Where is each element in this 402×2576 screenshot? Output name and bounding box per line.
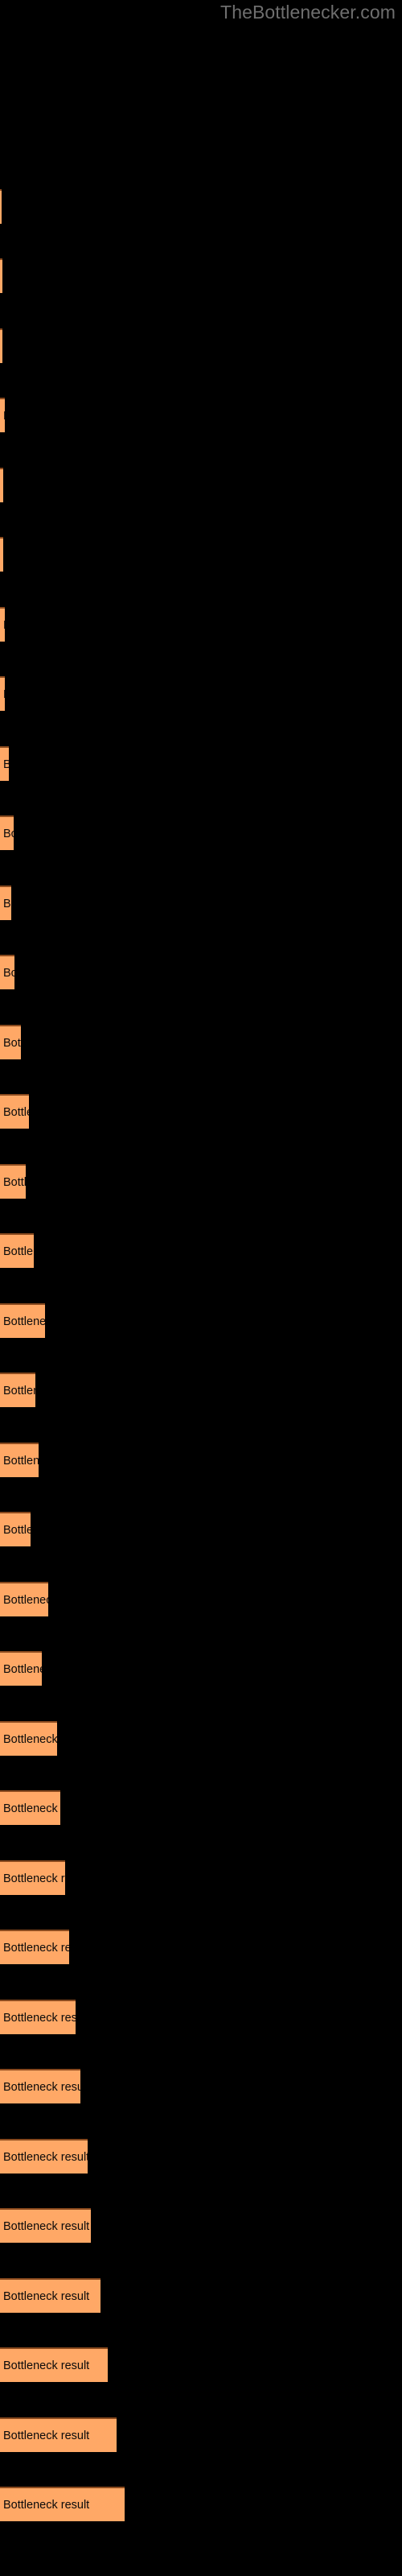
bar-row: Bottleneck result	[0, 398, 5, 432]
bar-row: Bottleneck result	[0, 2278, 100, 2313]
bar-label: Bottleneck result	[3, 2150, 88, 2164]
bar-label: Bottleneck result	[3, 2011, 76, 2025]
bar-label: Bottleneck result	[3, 966, 14, 980]
bar-label: Bottleneck result	[3, 410, 5, 422]
bar-row: Bottleneck result	[0, 2000, 76, 2034]
bar[interactable]: Bottleneck result	[0, 1512, 31, 1546]
bar-label: Bottleneck result	[3, 2498, 90, 2512]
bar[interactable]: Bottleneck result	[0, 1790, 60, 1825]
bar[interactable]: Bottleneck result	[0, 1721, 57, 1756]
bar-row: Bottleneck result	[0, 1512, 31, 1546]
bar-label: Bottleneck result	[3, 758, 9, 770]
bar[interactable]: Bottleneck result	[0, 1930, 69, 1964]
horizontal-bar-chart: Bottleneck result Bottleneck result Bottle…	[0, 0, 402, 2576]
bar-row: Bottleneck result	[0, 1721, 57, 1756]
bar[interactable]: Bottleneck result	[0, 815, 14, 850]
bar[interactable]: Bottleneck result	[0, 1233, 34, 1268]
bar-row: Bottleneck result	[0, 1790, 60, 1825]
bar[interactable]: Bottleneck result	[0, 2417, 117, 2452]
bar[interactable]: Bottleneck result	[0, 2278, 100, 2313]
bar[interactable]: Bottleneck result	[0, 1373, 35, 1407]
bar-label: Bottleneck result	[3, 1593, 48, 1607]
bar-row: Bottleneck result	[0, 1025, 21, 1059]
bar-row: Bottleneck result	[0, 2208, 91, 2243]
bar-row: Bottleneck result	[0, 1860, 65, 1895]
bar-label: Bottleneck result	[3, 2289, 90, 2303]
bar[interactable]: Bottleneck result	[0, 2069, 80, 2103]
bar-row: Bottleneck result	[0, 1443, 39, 1477]
bar[interactable]: Bottleneck result	[0, 1303, 45, 1338]
bar-label: Bottleneck result	[3, 619, 5, 631]
bar-label: Bottleneck result	[3, 688, 5, 700]
bar-row: Bottleneck result	[0, 746, 9, 781]
bar-label: Bottleneck result	[3, 1941, 69, 1955]
chart-page: TheBottlenecker.com Bottleneck resultBot…	[0, 0, 402, 2576]
bar-row: Bottleneck result	[0, 1373, 35, 1407]
bar[interactable]: Bottleneck result	[0, 955, 14, 989]
bar-row: Bottleneck result	[0, 468, 3, 502]
bar[interactable]: Bottleneck result	[0, 2139, 88, 2174]
bar[interactable]: Bottleneck result	[0, 1860, 65, 1895]
bar-row: Bottleneck result	[0, 328, 2, 363]
bar[interactable]: Bottleneck result	[0, 1443, 39, 1477]
bar[interactable]: Bottleneck result	[0, 676, 5, 711]
bar-label: Bottleneck result	[3, 1802, 60, 1815]
bar-label: Bottleneck result	[3, 1105, 29, 1119]
bar-row: Bottleneck result	[0, 1303, 45, 1338]
bar-label: Bottleneck result	[3, 1175, 26, 1189]
bar[interactable]: Bottleneck result	[0, 537, 3, 572]
bar[interactable]: Bottleneck result	[0, 2487, 125, 2521]
bar-row: Bottleneck result	[0, 607, 5, 642]
bar[interactable]: Bottleneck result	[0, 398, 5, 432]
bar[interactable]: Bottleneck result	[0, 886, 11, 920]
bar-label: Bottleneck result	[3, 1523, 31, 1537]
bar-row: Bottleneck result	[0, 955, 14, 989]
bar-row: Bottleneck result	[0, 189, 2, 224]
bar[interactable]: Bottleneck result	[0, 1582, 48, 1616]
bar-row: Bottleneck result	[0, 815, 14, 850]
bar-row: Bottleneck result	[0, 537, 3, 572]
bar-row: Bottleneck result	[0, 2487, 125, 2521]
bar-row: Bottleneck result	[0, 2139, 88, 2174]
bar-row: Bottleneck result	[0, 2347, 108, 2382]
bar-row: Bottleneck result	[0, 258, 2, 293]
bar[interactable]: Bottleneck result	[0, 1651, 42, 1686]
bar[interactable]: Bottleneck result	[0, 2347, 108, 2382]
bar-label: Bottleneck result	[3, 2080, 80, 2094]
bar[interactable]: Bottleneck result	[0, 2208, 91, 2243]
bar[interactable]: Bottleneck result	[0, 258, 2, 293]
bar-row: Bottleneck result	[0, 2417, 117, 2452]
bar-row: Bottleneck result	[0, 886, 11, 920]
bar-label: Bottleneck result	[3, 1315, 45, 1328]
bar[interactable]: Bottleneck result	[0, 328, 2, 363]
bar-label: Bottleneck result	[3, 1872, 65, 1885]
bar-label: Bottleneck result	[3, 1245, 34, 1258]
bar-row: Bottleneck result	[0, 1930, 69, 1964]
bar[interactable]: Bottleneck result	[0, 1164, 26, 1199]
bar-label: Bottleneck result	[3, 2429, 90, 2442]
bar-label: Bottleneck result	[3, 2359, 90, 2372]
bar-label: Bottleneck result	[3, 1454, 39, 1468]
bar[interactable]: Bottleneck result	[0, 1025, 21, 1059]
bar[interactable]: Bottleneck result	[0, 468, 3, 502]
bar-row: Bottleneck result	[0, 1582, 48, 1616]
bar-row: Bottleneck result	[0, 1651, 42, 1686]
bar[interactable]: Bottleneck result	[0, 746, 9, 781]
bar-label: Bottleneck result	[3, 1662, 42, 1676]
bar[interactable]: Bottleneck result	[0, 1094, 29, 1129]
bar-label: Bottleneck result	[3, 897, 11, 910]
bar-row: Bottleneck result	[0, 2069, 80, 2103]
bar-label: Bottleneck result	[3, 1732, 57, 1746]
bar-row: Bottleneck result	[0, 1164, 26, 1199]
bar-label: Bottleneck result	[3, 1036, 21, 1050]
bar[interactable]: Bottleneck result	[0, 607, 5, 642]
bar-label: Bottleneck result	[3, 827, 14, 840]
bar-row: Bottleneck result	[0, 1233, 34, 1268]
bar[interactable]: Bottleneck result	[0, 2000, 76, 2034]
bar-row: Bottleneck result	[0, 676, 5, 711]
bar[interactable]: Bottleneck result	[0, 189, 2, 224]
bar-row: Bottleneck result	[0, 1094, 29, 1129]
bar-label: Bottleneck result	[3, 1384, 35, 1397]
bar-label: Bottleneck result	[3, 2219, 90, 2233]
